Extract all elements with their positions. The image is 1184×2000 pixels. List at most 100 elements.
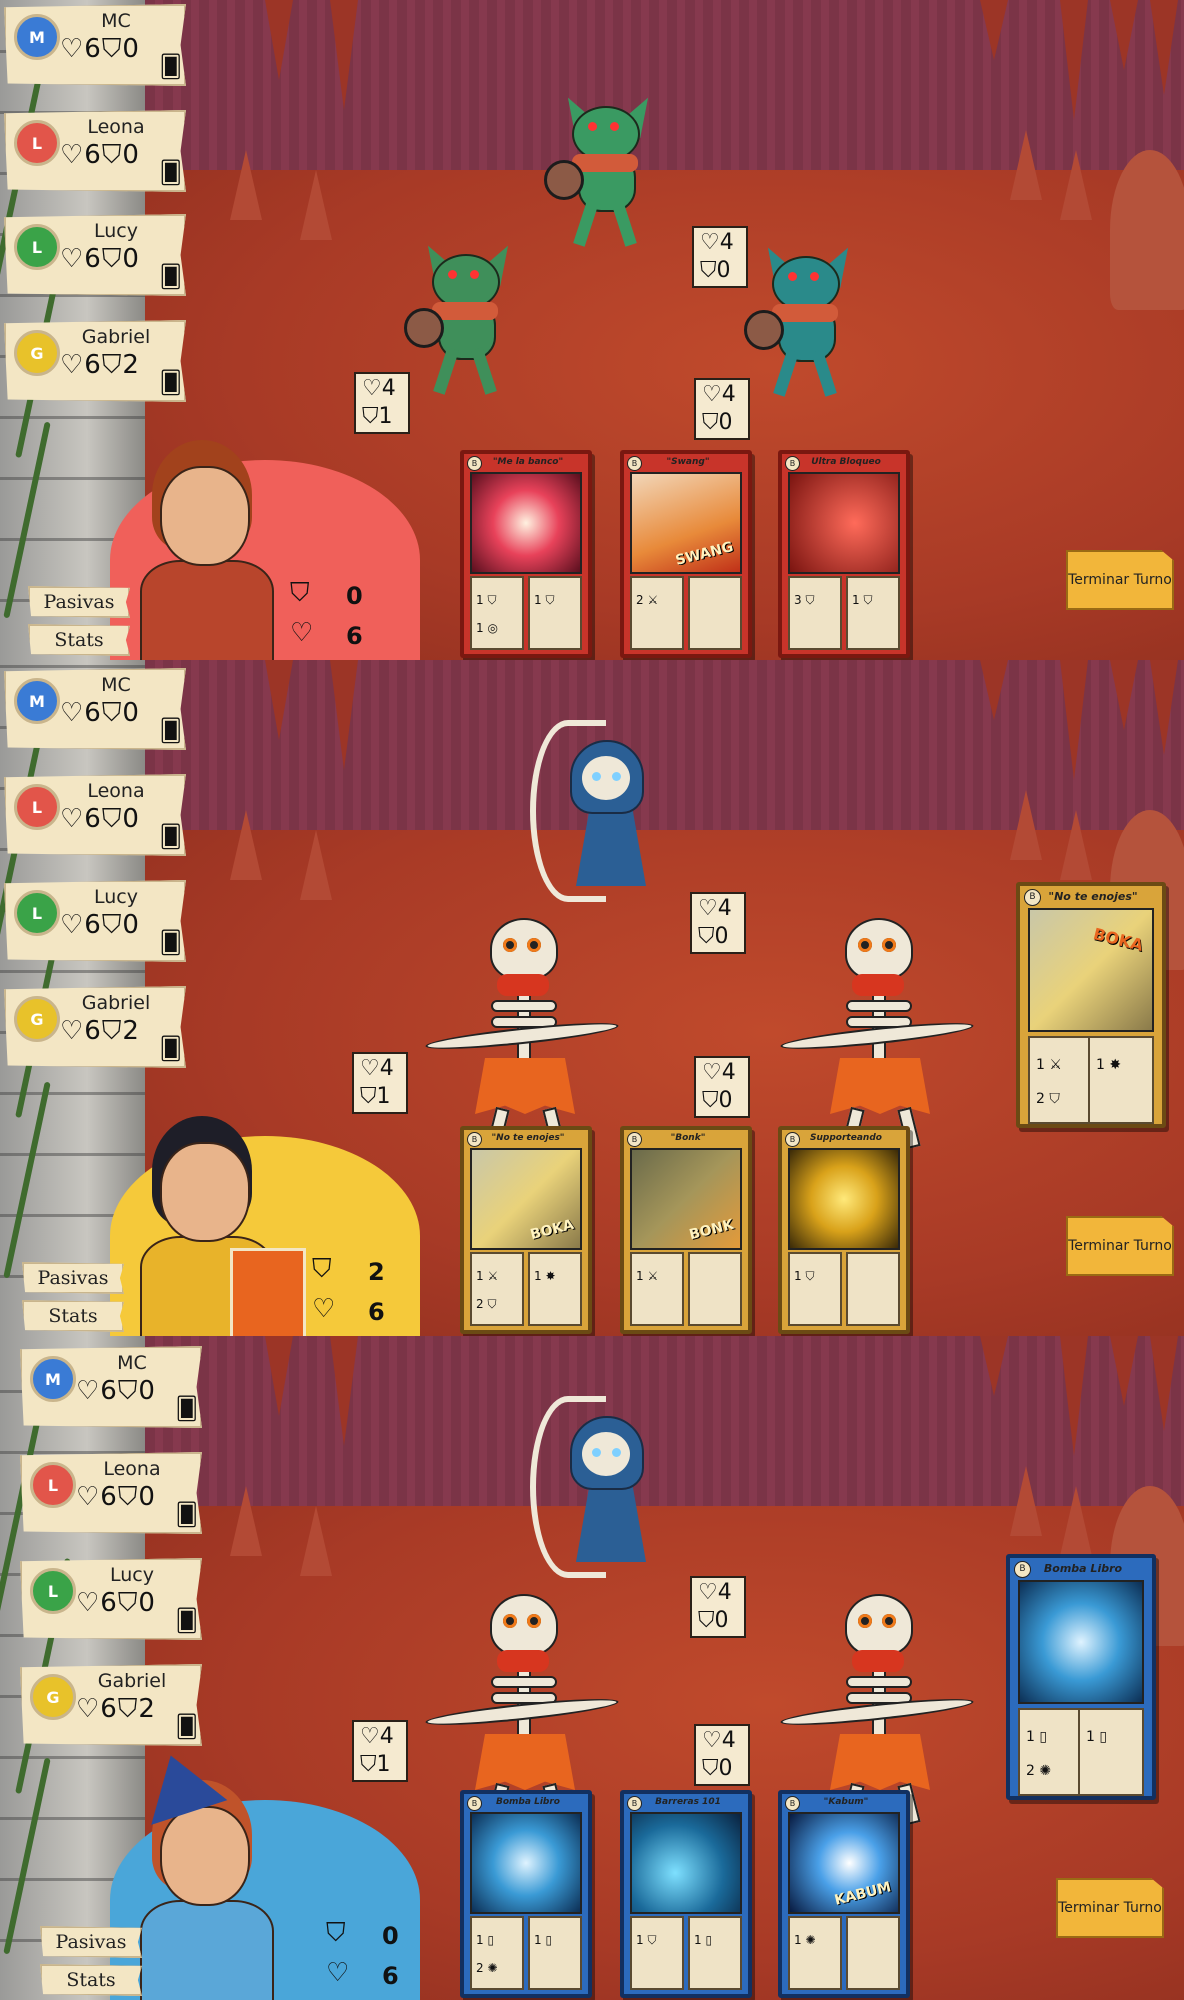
card-cost-right: [688, 1252, 742, 1326]
card-title: Supporteando: [810, 1133, 882, 1143]
hand-card-2[interactable]: B "Bonk" BONK 1 ⚔: [620, 1126, 752, 1334]
stalactite: [330, 0, 358, 110]
deck-icon[interactable]: 🂠: [159, 371, 182, 396]
card-effect: 1 ⛉: [636, 1933, 657, 1947]
stalactite: [1110, 1336, 1138, 1406]
enemy-2-stats-hp: ♡4: [360, 1724, 394, 1749]
stats-button[interactable]: Stats: [40, 1964, 142, 1996]
enemy-goblin-top[interactable]: [544, 89, 660, 250]
stalactite: [330, 660, 358, 770]
card-title: "Kabum": [823, 1797, 869, 1807]
deck-icon[interactable]: 🂠: [175, 1715, 198, 1740]
card-effect: 1 ⛉: [794, 1269, 815, 1283]
enemy-skeleton-archer[interactable]: [530, 1396, 670, 1596]
hand-card-3[interactable]: B Ultra Bloqueo 3 ⛉ 1 ⛉: [778, 450, 910, 658]
stalactite: [330, 1336, 358, 1446]
enemy-skeleton-archer[interactable]: [530, 720, 670, 920]
party-member-lucy[interactable]: L Lucy ♡6⛉0 🂠: [4, 214, 186, 296]
card-cost-right: 1 ⛉: [846, 576, 900, 650]
end-turn-button[interactable]: Terminar Turno: [1066, 1216, 1174, 1276]
skeleton-rib: [846, 1676, 912, 1688]
party-avatar: G: [14, 996, 60, 1042]
party-member-gabriel[interactable]: G Gabriel ♡6⛉2 🂠: [4, 320, 186, 402]
archer-skull: [582, 756, 630, 800]
hand-card-1[interactable]: B "No te enojes" BOKA 1 ⚔ 2 ⛉ 1 ✸: [460, 1126, 592, 1334]
party-stats: ♡6⛉0: [60, 34, 140, 64]
end-turn-button[interactable]: Terminar Turno: [1056, 1878, 1164, 1938]
hand-card-2[interactable]: B Barreras 101 1 ⛉ 1 ▯: [620, 1790, 752, 1998]
hand-card-1[interactable]: B "Me la banco" 1 ⛉ 1 ◎ 1 ⛉: [460, 450, 592, 658]
hand-card-3[interactable]: B "Kabum" KABUM 1 ✺: [778, 1790, 910, 1998]
enemy-skeleton-left[interactable]: [424, 918, 620, 1150]
party-member-lucy[interactable]: L Lucy ♡6⛉0 🂠: [20, 1558, 202, 1640]
party-stats: ♡6⛉0: [60, 244, 140, 274]
pasivas-button[interactable]: Pasivas: [22, 1262, 124, 1294]
hero-heart-icon: ♡: [290, 618, 314, 648]
goblin-leg-right: [811, 349, 837, 397]
card-effect: 1 ▯: [1086, 1729, 1108, 1745]
card-art-text: BOKA: [1091, 924, 1146, 955]
party-name: MC: [101, 674, 131, 696]
enemy-1-stats-hp: ♡4: [700, 230, 734, 255]
party-name: Leona: [87, 116, 145, 138]
deck-icon[interactable]: 🂠: [175, 1397, 198, 1422]
hand-card-2[interactable]: B "Swang" SWANG 2 ⚔: [620, 450, 752, 658]
party-member-lucy[interactable]: L Lucy ♡6⛉0 🂠: [4, 880, 186, 962]
party-member-gabriel[interactable]: G Gabriel ♡6⛉2 🂠: [4, 986, 186, 1068]
deck-icon[interactable]: 🂠: [159, 1037, 182, 1062]
card-effect: 1 ▯: [694, 1933, 713, 1947]
card-cost-left: 1 ⛉: [788, 1252, 842, 1326]
card-cost-left: 1 ▯ 2 ✺: [470, 1916, 524, 1990]
card-cost-left: 1 ⛉: [630, 1916, 684, 1990]
deck-icon[interactable]: 🂠: [159, 825, 182, 850]
stats-button[interactable]: Stats: [28, 624, 130, 656]
enemy-goblin-right[interactable]: [744, 239, 860, 400]
hero-hp-value: 6: [382, 1962, 399, 1990]
hero-torso: [140, 1900, 274, 2000]
stats-button[interactable]: Stats: [22, 1300, 124, 1332]
skeleton-eye-left: [858, 1614, 872, 1628]
enemy-skeleton-right[interactable]: [779, 918, 975, 1150]
party-member-leona[interactable]: L Leona ♡6⛉0 🂠: [4, 774, 186, 856]
goblin-leg-left: [773, 349, 799, 397]
enemy-goblin-left[interactable]: [404, 237, 520, 398]
deck-icon[interactable]: 🂠: [175, 1609, 198, 1634]
deck-icon[interactable]: 🂠: [175, 1503, 198, 1528]
party-avatar: M: [14, 678, 60, 724]
goblin-scarf: [772, 304, 838, 322]
card-cost-left: 3 ⛉: [788, 576, 842, 650]
party-member-leona[interactable]: L Leona ♡6⛉0 🂠: [4, 110, 186, 192]
party-member-leona[interactable]: L Leona ♡6⛉0 🂠: [20, 1452, 202, 1534]
party-member-mc[interactable]: M MC ♡6⛉0 🂠: [4, 4, 186, 86]
skeleton-skull: [490, 918, 558, 980]
card-art: KABUM: [788, 1812, 900, 1914]
deck-icon[interactable]: 🂠: [159, 161, 182, 186]
deck-icon[interactable]: 🂠: [159, 931, 182, 956]
selected-card-preview[interactable]: B "No te enojes" BOKA 1 ⚔ 2 ⛉ 1 ✸: [1016, 882, 1166, 1128]
card-cost-right: 1 ✸: [528, 1252, 582, 1326]
stalagmite: [230, 1486, 262, 1556]
skeleton-eye-right: [882, 938, 896, 952]
hand-card-3[interactable]: B Supporteando 1 ⛉: [778, 1126, 910, 1334]
goblin-shield: [544, 160, 584, 200]
card-art: BONK: [630, 1148, 742, 1250]
hand-card-1[interactable]: B Bomba Libro 1 ▯ 2 ✺ 1 ▯: [460, 1790, 592, 1998]
pasivas-button[interactable]: Pasivas: [40, 1926, 142, 1958]
card-art: [470, 472, 582, 574]
party-member-gabriel[interactable]: G Gabriel ♡6⛉2 🂠: [20, 1664, 202, 1746]
enemy-1-stats: ♡4 ⛉0: [692, 226, 748, 288]
selected-card-preview[interactable]: B Bomba Libro 1 ▯ 2 ✺ 1 ▯: [1006, 1554, 1156, 1800]
party-name: Leona: [103, 1458, 161, 1480]
deck-icon[interactable]: 🂠: [159, 265, 182, 290]
goblin-eye-right: [610, 122, 619, 131]
party-member-mc[interactable]: M MC ♡6⛉0 🂠: [20, 1346, 202, 1428]
card-effect: 2 ⛉: [476, 1297, 497, 1311]
end-turn-button[interactable]: Terminar Turno: [1066, 550, 1174, 610]
deck-icon[interactable]: 🂠: [159, 719, 182, 744]
party-member-mc[interactable]: M MC ♡6⛉0 🂠: [4, 668, 186, 750]
pasivas-button[interactable]: Pasivas: [28, 586, 130, 618]
card-effect: 2 ✺: [476, 1961, 498, 1975]
card-art: [470, 1812, 582, 1914]
card-effect: 1 ⚔: [476, 1269, 499, 1283]
deck-icon[interactable]: 🂠: [159, 55, 182, 80]
